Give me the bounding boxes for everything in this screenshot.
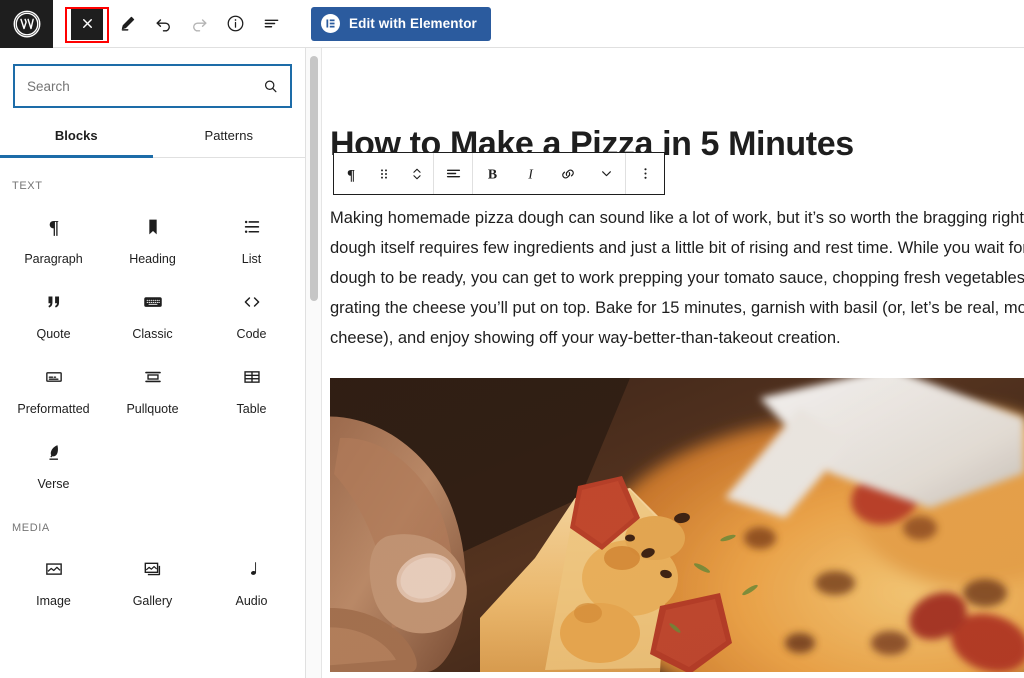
more-rich-text-icon[interactable] (587, 153, 625, 194)
quote-icon (43, 289, 65, 315)
info-icon[interactable] (217, 6, 253, 42)
editor-canvas: How to Make a Pizza in 5 Minutes Making … (323, 48, 1024, 678)
block-label: Preformatted (17, 402, 90, 416)
block-grid-media: Image Gallery Audio (0, 534, 305, 617)
audio-icon (241, 556, 263, 582)
block-item-image[interactable]: Image (4, 542, 103, 617)
wordpress-logo-icon[interactable] (0, 0, 53, 48)
block-label: Verse (37, 477, 70, 491)
block-label: Image (36, 594, 71, 608)
inserter-tabs: Blocks Patterns (0, 122, 305, 158)
list-view-icon[interactable] (253, 6, 289, 42)
classic-icon (142, 289, 164, 315)
move-up-down-icon[interactable] (400, 153, 433, 194)
block-label: Table (236, 402, 267, 416)
pullquote-icon (142, 364, 164, 390)
block-item-code[interactable]: Code (202, 275, 301, 350)
tab-patterns-label: Patterns (204, 128, 253, 143)
elementor-badge-icon (321, 14, 340, 33)
block-toolbar: ¶ B I (333, 152, 665, 195)
search-input[interactable] (15, 66, 250, 106)
block-item-paragraph[interactable]: ¶ Paragraph (4, 200, 103, 275)
tab-blocks-label: Blocks (54, 128, 98, 143)
paragraph-block[interactable]: Making homemade pizza dough can sound li… (330, 203, 1024, 353)
block-label: Classic (132, 327, 173, 341)
block-item-table[interactable]: Table (202, 350, 301, 425)
tab-patterns[interactable]: Patterns (153, 122, 306, 157)
svg-text:¶: ¶ (48, 217, 58, 238)
block-grid-text: ¶ Paragraph Heading List Quote Classic C… (0, 192, 305, 500)
table-icon (241, 364, 263, 390)
close-inserter-button[interactable] (65, 4, 109, 44)
block-item-audio[interactable]: Audio (202, 542, 301, 617)
block-label: Gallery (132, 594, 173, 608)
italic-icon[interactable]: I (511, 153, 549, 194)
inserter-search-wrap (0, 48, 305, 108)
block-item-verse[interactable]: Verse (4, 425, 103, 500)
category-label-media: MEDIA (12, 522, 50, 534)
svg-text:B: B (487, 167, 496, 182)
block-item-gallery[interactable]: Gallery (103, 542, 202, 617)
heading-icon (142, 214, 164, 240)
block-label: Heading (129, 252, 176, 266)
search-icon (250, 66, 290, 106)
align-text-icon[interactable] (434, 153, 472, 194)
edit-pencil-icon[interactable] (109, 6, 145, 42)
options-ellipsis-icon[interactable] (626, 153, 664, 194)
wordpress-block-editor: Edit with Elementor Blocks Pattern (0, 0, 1024, 678)
block-inserter-panel: Blocks Patterns TEXT ¶ Paragraph (0, 48, 306, 678)
paragraph-icon: ¶ (43, 214, 65, 240)
bold-icon[interactable]: B (473, 153, 511, 194)
block-toolbar-group-format: B I (473, 153, 625, 194)
inserter-scrollbar[interactable] (306, 48, 322, 678)
block-toolbar-group-options (626, 153, 664, 194)
drag-handle-icon[interactable] (367, 153, 400, 194)
svg-text:¶: ¶ (346, 167, 354, 183)
image-block[interactable] (330, 378, 1024, 672)
block-toolbar-group-type: ¶ (334, 153, 433, 194)
block-item-heading[interactable]: Heading (103, 200, 202, 275)
block-item-classic[interactable]: Classic (103, 275, 202, 350)
block-label: Audio (235, 594, 268, 608)
block-label: Pullquote (126, 402, 179, 416)
edit-with-elementor-label: Edit with Elementor (349, 16, 477, 31)
pizza-photo (330, 378, 1024, 672)
preformatted-icon (43, 364, 65, 390)
block-label: Code (236, 327, 267, 341)
svg-text:I: I (527, 167, 534, 182)
link-icon[interactable] (549, 153, 587, 194)
block-toolbar-group-align (434, 153, 472, 194)
block-item-list[interactable]: List (202, 200, 301, 275)
paragraph-block-type-icon[interactable]: ¶ (334, 153, 367, 194)
block-item-preformatted[interactable]: Preformatted (4, 350, 103, 425)
block-label: List (241, 252, 262, 266)
block-label: Paragraph (24, 252, 83, 266)
category-label-text: TEXT (12, 180, 43, 192)
edit-with-elementor-button[interactable]: Edit with Elementor (311, 6, 491, 41)
block-item-pullquote[interactable]: Pullquote (103, 350, 202, 425)
verse-icon (43, 439, 65, 465)
image-icon (43, 556, 65, 582)
close-x-icon (71, 7, 103, 40)
block-label: Quote (36, 327, 71, 341)
code-icon (241, 289, 263, 315)
inserter-scrollbar-thumb[interactable] (310, 56, 318, 301)
header-toolbar: Edit with Elementor (53, 0, 491, 48)
editor-header: Edit with Elementor (0, 0, 1024, 48)
redo-icon[interactable] (181, 6, 217, 42)
gallery-icon (142, 556, 164, 582)
list-icon (241, 214, 263, 240)
search-box[interactable] (13, 64, 292, 108)
block-item-quote[interactable]: Quote (4, 275, 103, 350)
tab-blocks[interactable]: Blocks (0, 122, 153, 158)
undo-icon[interactable] (145, 6, 181, 42)
